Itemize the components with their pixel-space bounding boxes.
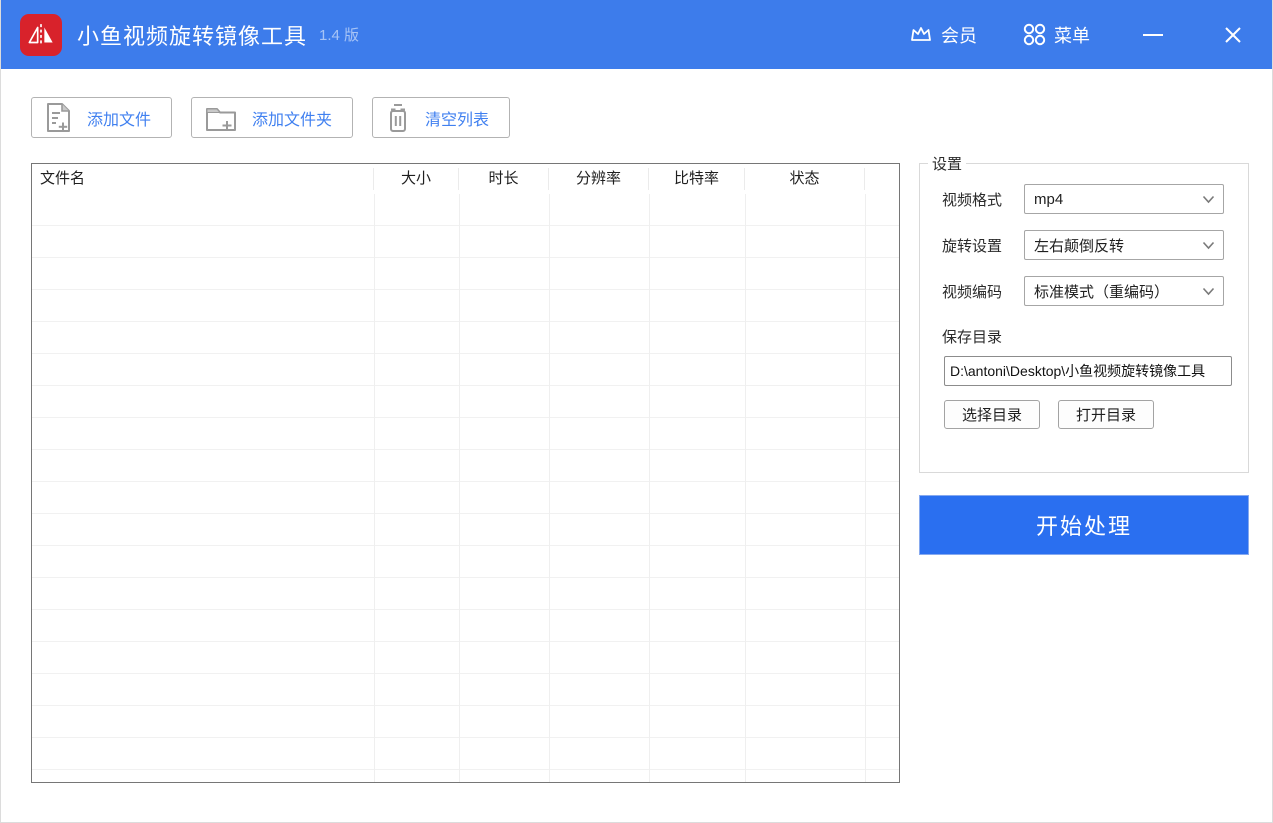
- minimize-button[interactable]: [1136, 18, 1170, 52]
- add-folder-icon: [205, 104, 237, 132]
- column-divider: [865, 194, 866, 782]
- table-header-filename[interactable]: 文件名: [32, 168, 374, 190]
- video-format-label: 视频格式: [942, 191, 1003, 209]
- video-format-value: mp4: [1034, 190, 1064, 208]
- save-dir-input[interactable]: [944, 356, 1232, 386]
- toolbar: 添加文件 添加文件夹 清空列表: [31, 97, 511, 138]
- menu-label: 菜单: [1054, 25, 1090, 46]
- close-icon: [1223, 25, 1243, 45]
- column-divider: [374, 194, 375, 782]
- table-header-row: 文件名 大小 时长 分辨率 比特率 状态: [32, 164, 899, 194]
- column-divider: [549, 194, 550, 782]
- chevron-down-icon: [1202, 241, 1215, 250]
- save-dir-label: 保存目录: [942, 329, 1003, 346]
- member-button[interactable]: 会员: [909, 22, 977, 48]
- app-version: 1.4 版: [319, 27, 360, 44]
- add-file-button[interactable]: 添加文件: [31, 97, 173, 138]
- mirror-flip-icon: [26, 20, 56, 50]
- app-window: 小鱼视频旋转镜像工具 1.4 版 会员 菜单 添加文件 添加文件夹 清空列表 文…: [0, 0, 1273, 823]
- column-divider: [745, 194, 746, 782]
- title-bar: 小鱼视频旋转镜像工具 1.4 版 会员 菜单: [1, 0, 1272, 69]
- video-encoding-select[interactable]: 标准模式（重编码）: [1024, 276, 1224, 306]
- add-file-label: 添加文件: [87, 111, 152, 129]
- add-folder-label: 添加文件夹: [252, 111, 333, 129]
- settings-legend: 设置: [932, 156, 963, 173]
- settings-panel: 设置 视频格式 mp4 旋转设置 左右颠倒反转 视频编码 标准模式（重编码） 保…: [919, 153, 1249, 473]
- chevron-down-icon: [1202, 195, 1215, 204]
- trash-icon: [386, 103, 410, 133]
- column-divider: [649, 194, 650, 782]
- rotation-setting-value: 左右颠倒反转: [1034, 237, 1125, 255]
- table-body-empty[interactable]: [32, 194, 899, 782]
- rotation-setting-label: 旋转设置: [942, 237, 1003, 255]
- clear-list-button[interactable]: 清空列表: [372, 97, 511, 138]
- menu-button[interactable]: 菜单: [1023, 22, 1090, 48]
- choose-dir-button[interactable]: 选择目录: [944, 400, 1041, 429]
- start-processing-button[interactable]: 开始处理: [919, 495, 1249, 555]
- chevron-down-icon: [1202, 287, 1215, 296]
- table-header-bitrate[interactable]: 比特率: [649, 168, 745, 190]
- table-header-extra: [865, 168, 899, 190]
- table-header-duration[interactable]: 时长: [459, 168, 549, 190]
- add-file-icon: [45, 102, 72, 133]
- file-list-table[interactable]: 文件名 大小 时长 分辨率 比特率 状态: [31, 163, 900, 783]
- crown-icon: [909, 24, 933, 46]
- app-logo: [20, 13, 62, 56]
- rotation-setting-select[interactable]: 左右颠倒反转: [1024, 230, 1224, 260]
- table-header-status[interactable]: 状态: [745, 168, 865, 190]
- minimize-icon: [1143, 33, 1163, 36]
- clear-list-label: 清空列表: [425, 111, 490, 129]
- add-folder-button[interactable]: 添加文件夹: [191, 97, 354, 138]
- member-label: 会员: [941, 25, 977, 46]
- video-encoding-value: 标准模式（重编码）: [1034, 283, 1170, 301]
- app-title: 小鱼视频旋转镜像工具: [77, 23, 308, 49]
- close-button[interactable]: [1216, 18, 1250, 52]
- column-divider: [459, 194, 460, 782]
- grid-menu-icon: [1023, 23, 1046, 46]
- open-dir-button[interactable]: 打开目录: [1058, 400, 1155, 429]
- table-header-size[interactable]: 大小: [374, 168, 459, 190]
- video-encoding-label: 视频编码: [942, 283, 1003, 301]
- video-format-select[interactable]: mp4: [1024, 184, 1224, 214]
- table-header-resolution[interactable]: 分辨率: [549, 168, 649, 190]
